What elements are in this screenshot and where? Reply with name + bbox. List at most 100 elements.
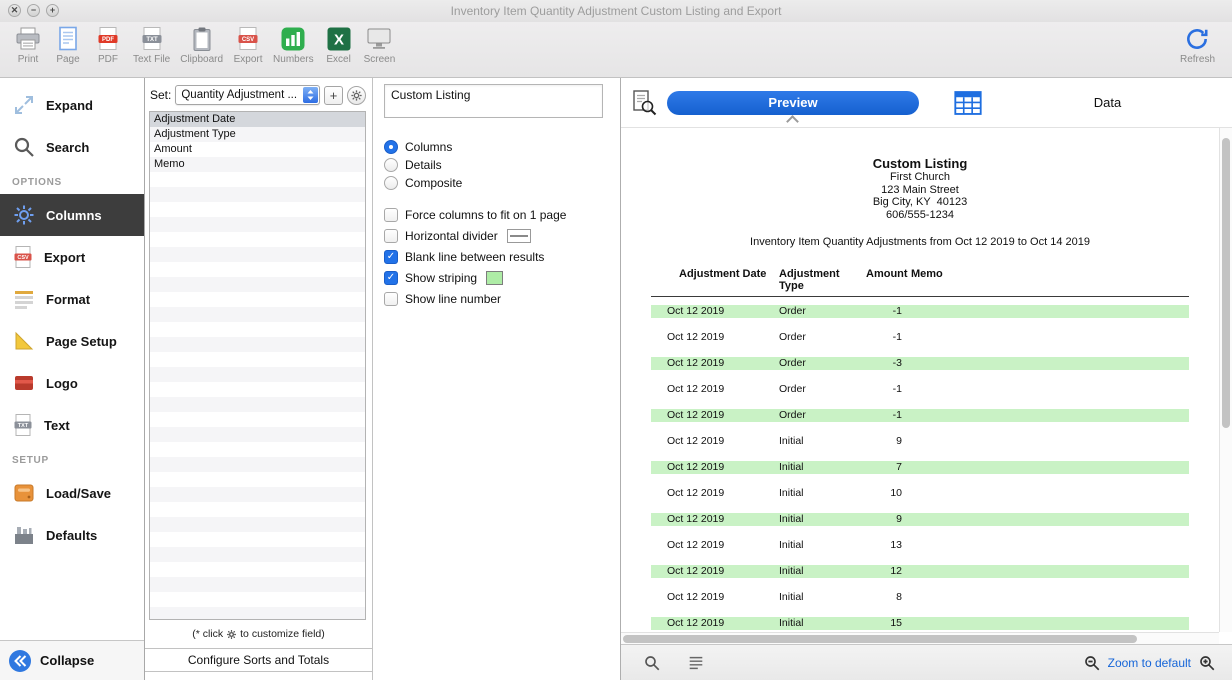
radio-composite[interactable]: Composite	[384, 176, 620, 190]
cell-amount: -1	[866, 305, 902, 318]
cell-adjustment-type: Initial	[779, 591, 866, 604]
gear-icon	[226, 629, 237, 640]
checkbox-force-columns[interactable]: Force columns to fit on 1 page	[384, 207, 620, 222]
set-options-button[interactable]	[347, 86, 366, 105]
radio-label: Composite	[405, 176, 462, 190]
magnifier-icon	[643, 654, 661, 672]
field-item[interactable]: Adjustment Type	[150, 127, 365, 142]
cell-adjustment-date: Oct 12 2019	[667, 383, 779, 396]
set-label: Set:	[150, 88, 171, 102]
report-row: Oct 12 2019 Initial 15	[651, 617, 1189, 630]
text-file-button[interactable]: TXT Text File	[128, 26, 175, 65]
close-button[interactable]: ✕	[8, 4, 21, 17]
sidebar-item-label: Load/Save	[46, 486, 111, 501]
tool-label: Numbers	[273, 54, 314, 65]
tab-preview[interactable]: Preview	[667, 91, 919, 115]
radio-columns[interactable]: Columns	[384, 140, 620, 154]
cell-adjustment-date: Oct 12 2019	[667, 357, 779, 370]
clipboard-icon	[190, 26, 214, 52]
maximize-button[interactable]: +	[46, 4, 59, 17]
zoom-out-button[interactable]	[1083, 654, 1101, 672]
minimize-button[interactable]: −	[27, 4, 40, 17]
sidebar-item-text[interactable]: TXT Text	[0, 404, 144, 446]
sidebar-item-label: Expand	[46, 98, 93, 113]
tool-label: Excel	[326, 54, 350, 65]
sidebar-item-export[interactable]: CSV Export	[0, 236, 144, 278]
cell-amount: 7	[866, 461, 902, 474]
list-view-button[interactable]	[687, 654, 705, 672]
checkbox-icon	[384, 208, 398, 222]
striping-color-swatch[interactable]	[486, 271, 503, 285]
zoom-in-button[interactable]	[1198, 654, 1216, 672]
page-icon	[56, 26, 80, 52]
checkbox-show-line-number[interactable]: Show line number	[384, 291, 620, 306]
sidebar-item-load-save[interactable]: Load/Save	[0, 472, 144, 514]
cell-memo	[902, 539, 1189, 552]
report-row: Oct 12 2019 Initial 9	[651, 435, 1189, 448]
horizontal-scrollbar-thumb[interactable]	[623, 635, 1137, 643]
numbers-button[interactable]: Numbers	[268, 26, 319, 65]
sidebar-item-format[interactable]: Format	[0, 278, 144, 320]
cell-memo	[902, 409, 1189, 422]
add-set-button[interactable]: +	[324, 86, 343, 105]
report-row: Oct 12 2019 Order -1	[651, 331, 1189, 344]
numbers-icon	[280, 26, 306, 52]
report-row: Oct 12 2019 Order -1	[651, 383, 1189, 396]
radio-details[interactable]: Details	[384, 158, 620, 172]
field-item[interactable]: Adjustment Date	[150, 112, 365, 127]
refresh-button[interactable]: Refresh	[1175, 26, 1220, 65]
magnifier-button[interactable]	[643, 654, 661, 672]
sidebar-item-page-setup[interactable]: Page Setup	[0, 320, 144, 362]
page-button[interactable]: Page	[48, 26, 88, 65]
sidebar-item-columns[interactable]: Columns	[0, 194, 144, 236]
export-button[interactable]: CSV Export	[228, 26, 268, 65]
sidebar-item-label: Export	[44, 250, 85, 265]
text-file-icon: TXT	[140, 26, 164, 52]
list-icon	[687, 654, 705, 672]
cell-memo	[902, 357, 1189, 370]
sidebar-item-defaults[interactable]: Defaults	[0, 514, 144, 556]
divider-style-preview[interactable]	[507, 229, 531, 243]
collapse-button[interactable]: Collapse	[0, 640, 144, 680]
sidebar-item-search[interactable]: Search	[0, 126, 144, 168]
pdf-button[interactable]: PDF PDF	[88, 26, 128, 65]
excel-button[interactable]: X Excel	[319, 26, 359, 65]
zoom-to-default-button[interactable]: Zoom to default	[1108, 656, 1191, 670]
report-row: Oct 12 2019 Initial 13	[651, 539, 1189, 552]
sidebar-item-logo[interactable]: Logo	[0, 362, 144, 404]
preview-doc-magnifier-icon	[631, 89, 657, 117]
window-controls: ✕ − +	[8, 4, 59, 17]
clipboard-button[interactable]: Clipboard	[175, 26, 228, 65]
field-item[interactable]: Memo	[150, 157, 365, 172]
screen-button[interactable]: Screen	[359, 26, 401, 65]
cell-adjustment-type: Order	[779, 331, 866, 344]
vertical-scrollbar[interactable]	[1219, 128, 1232, 632]
vertical-scrollbar-thumb[interactable]	[1222, 138, 1230, 428]
checkbox-blank-line[interactable]: ✓ Blank line between results	[384, 249, 620, 264]
cell-amount: 15	[866, 617, 902, 630]
set-dropdown[interactable]: Quantity Adjustment ...	[175, 85, 320, 105]
field-list[interactable]: Adjustment Date Adjustment Type Amount M…	[149, 111, 366, 620]
report-preview-viewport[interactable]: Custom Listing First Church 123 Main Str…	[621, 127, 1232, 644]
print-button[interactable]: Print	[8, 26, 48, 65]
tool-label: PDF	[98, 54, 118, 65]
cell-adjustment-type: Order	[779, 383, 866, 396]
sidebar-item-label: Text	[44, 418, 70, 433]
sidebar-item-expand[interactable]: Expand	[0, 84, 144, 126]
radio-icon	[384, 158, 398, 172]
report-row: Oct 12 2019 Initial 8	[651, 591, 1189, 604]
checkbox-label: Horizontal divider	[405, 229, 498, 243]
field-item[interactable]: Amount	[150, 142, 365, 157]
checkbox-horizontal-divider[interactable]: Horizontal divider	[384, 228, 620, 243]
checkbox-show-striping[interactable]: ✓ Show striping	[384, 270, 620, 285]
cell-adjustment-type: Order	[779, 409, 866, 422]
tool-label: Export	[234, 54, 263, 65]
cell-memo	[902, 331, 1189, 344]
sidebar-item-label: Page Setup	[46, 334, 117, 349]
horizontal-scrollbar[interactable]	[621, 632, 1219, 644]
sidebar: Expand Search OPTIONS Columns	[0, 78, 145, 680]
configure-sorts-totals-button[interactable]: Configure Sorts and Totals	[145, 648, 372, 672]
tab-data[interactable]: Data	[983, 95, 1232, 110]
cell-memo	[902, 461, 1189, 474]
listing-name-input[interactable]: Custom Listing	[384, 84, 603, 118]
